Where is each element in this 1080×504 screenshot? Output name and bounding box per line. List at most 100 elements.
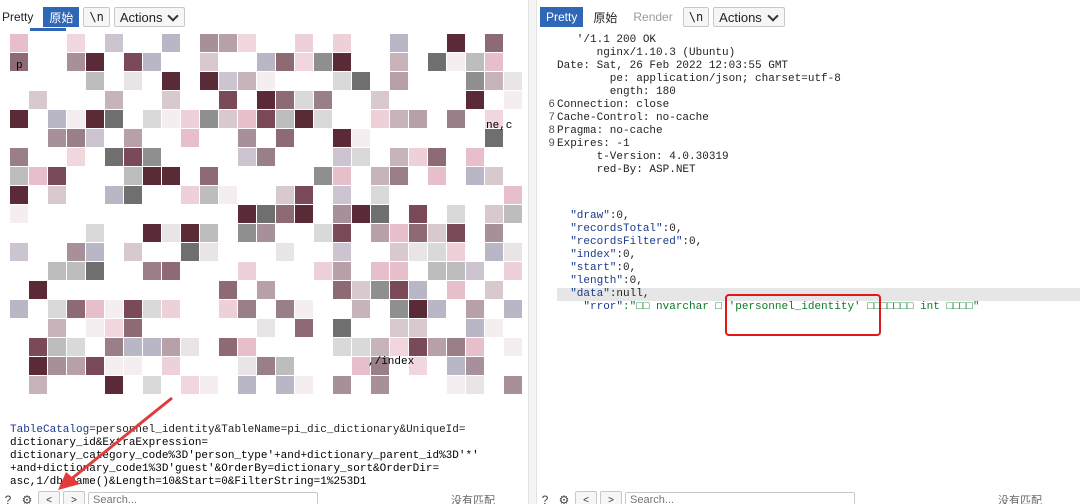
redaction-block (124, 129, 142, 147)
json-key: "recordsFiltered" (570, 236, 683, 248)
redaction-block (200, 110, 218, 128)
search-input[interactable] (625, 492, 855, 504)
header-text: Expires: -1 (557, 138, 630, 150)
redaction-block (295, 34, 313, 52)
redaction-block (143, 262, 161, 280)
redaction-block (333, 243, 351, 261)
request-line-5: asc,1/db_name()&Length=10&Start=0&Filter… (10, 476, 367, 488)
redaction-block (162, 357, 180, 375)
redaction-block (200, 376, 218, 394)
header-line: Date: Sat, 26 Feb 2022 12:03:55 GMT (537, 60, 788, 73)
response-search-bar: ? ⚙ < > 没有匹配 (537, 491, 1080, 504)
actions-label: Actions (119, 9, 163, 25)
redaction-block (276, 243, 294, 261)
fragment-ne: ne,c (486, 120, 513, 132)
redaction-block (200, 34, 218, 52)
redaction-block (409, 300, 427, 318)
redaction-block (504, 72, 522, 90)
gear-icon[interactable]: ⚙ (556, 492, 572, 504)
pixelated-redaction (10, 34, 526, 398)
actions-dropdown[interactable]: Actions (113, 7, 186, 27)
response-toolbar: Pretty 原始 Render \n Actions (540, 6, 785, 28)
redaction-block (333, 186, 351, 204)
redaction-block (352, 72, 370, 90)
pane-splitter[interactable] (528, 0, 537, 504)
next-match-button[interactable]: > (63, 491, 85, 504)
tab-raw[interactable]: 原始 (43, 7, 80, 27)
redaction-block (466, 319, 484, 337)
redaction-block (333, 148, 351, 166)
redaction-block (428, 338, 446, 356)
redaction-block (181, 110, 199, 128)
redaction-block (124, 186, 142, 204)
redaction-block (485, 167, 503, 185)
redaction-block (276, 53, 294, 71)
response-pane: Pretty 原始 Render \n Actions '/1.1 200 OK… (537, 0, 1080, 504)
redaction-block (105, 338, 123, 356)
redaction-block (504, 91, 522, 109)
json-value: :0, (623, 275, 643, 287)
next-match-button[interactable]: > (600, 491, 622, 504)
json-value: :0, (616, 262, 637, 274)
json-line: "draw":0, (557, 210, 629, 223)
redaction-block (409, 205, 427, 223)
redaction-block (48, 167, 66, 185)
redaction-block (67, 110, 85, 128)
redaction-block (295, 186, 313, 204)
redaction-block (10, 205, 28, 223)
redaction-block (238, 300, 256, 318)
redaction-block (466, 148, 484, 166)
redaction-block (352, 205, 370, 223)
redaction-block (447, 243, 465, 261)
search-input[interactable] (88, 492, 318, 504)
redaction-block (466, 376, 484, 394)
redaction-block (67, 243, 85, 261)
redaction-block (295, 205, 313, 223)
help-icon[interactable]: ? (537, 492, 553, 504)
tab-pretty[interactable]: Pretty (540, 7, 584, 27)
json-line: "length":0, (557, 275, 643, 288)
help-icon[interactable]: ? (0, 492, 16, 504)
json-value: :0, (616, 249, 637, 261)
chevron-down-icon (167, 9, 180, 22)
request-line-3: dictionary_category_code%3D'person_type'… (10, 450, 479, 462)
redaction-block (333, 205, 351, 223)
redaction-block (257, 224, 275, 242)
request-line-4: +and+dictionary_code1%3D'guest'&OrderBy=… (10, 463, 440, 475)
json-line: "recordsFiltered":0, (557, 236, 702, 249)
redaction-block (466, 300, 484, 318)
newline-toggle[interactable]: \n (83, 7, 110, 27)
redaction-block (67, 148, 85, 166)
redaction-block (352, 300, 370, 318)
prev-match-button[interactable]: < (38, 491, 60, 504)
request-line-2: dictionary_id&ExtraExpression= (10, 437, 209, 449)
redaction-block (162, 338, 180, 356)
tab-raw[interactable]: 原始 (587, 7, 624, 27)
redaction-block (257, 110, 275, 128)
actions-dropdown[interactable]: Actions (713, 7, 785, 27)
tab-pretty[interactable]: Pretty (0, 7, 40, 27)
json-line: "start":0, (557, 262, 636, 275)
redaction-block (333, 53, 351, 71)
prev-match-button[interactable]: < (575, 491, 597, 504)
request-pane: Pretty 原始 \n Actions p ne,c ,/index Tabl… (0, 0, 528, 504)
chevron-down-icon (767, 9, 779, 22)
redaction-block (371, 224, 389, 242)
request-line-1: TableCatalog=personnel_identity&TableNam… (10, 424, 465, 437)
newline-toggle[interactable]: \n (682, 7, 710, 27)
redaction-block (314, 91, 332, 109)
redaction-block (485, 243, 503, 261)
tab-render[interactable]: Render (627, 7, 679, 27)
redaction-block (390, 34, 408, 52)
redaction-block (181, 243, 199, 261)
redaction-block (352, 148, 370, 166)
gear-icon[interactable]: ⚙ (19, 492, 35, 504)
redaction-block (447, 205, 465, 223)
redaction-block (257, 205, 275, 223)
redaction-block (124, 357, 142, 375)
redaction-block (447, 376, 465, 394)
redaction-block (67, 300, 85, 318)
header-text: red-By: ASP.NET (557, 164, 696, 176)
